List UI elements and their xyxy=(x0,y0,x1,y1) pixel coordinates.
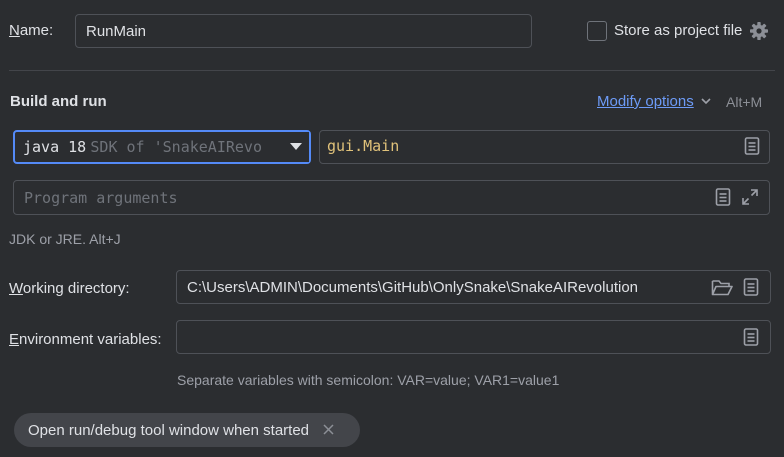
program-arguments-input[interactable]: Program arguments xyxy=(13,180,770,215)
open-tool-window-chip[interactable]: Open run/debug tool window when started xyxy=(14,413,360,447)
chip-label: Open run/debug tool window when started xyxy=(28,421,310,439)
document-icon[interactable] xyxy=(715,188,731,206)
environment-variables-label: Environment variables: xyxy=(9,331,162,348)
environment-variables-input[interactable] xyxy=(176,320,771,354)
program-arguments-placeholder: Program arguments xyxy=(24,189,178,207)
modify-shortcut: Alt+M xyxy=(726,94,763,110)
working-directory-label: Working directory: xyxy=(9,280,130,297)
gear-icon[interactable] xyxy=(749,21,769,41)
main-class-input[interactable]: gui.Main xyxy=(319,130,770,164)
folder-icon[interactable] xyxy=(711,279,733,296)
modify-options-link[interactable]: Modify options xyxy=(597,93,712,111)
main-class-value: gui.Main xyxy=(327,137,400,155)
expand-icon[interactable] xyxy=(741,188,759,206)
document-icon[interactable] xyxy=(743,328,759,346)
working-directory-input[interactable]: C:\Users\ADMIN\Documents\GitHub\OnlySnak… xyxy=(176,270,771,304)
jdk-hint: JDK or JRE. Alt+J xyxy=(9,231,121,247)
jdk-version: java 18 xyxy=(23,138,87,156)
jdk-select[interactable]: java 18 SDK of 'SnakeAIRevo xyxy=(13,130,311,164)
build-run-heading: Build and run xyxy=(10,93,107,110)
chevron-down-icon xyxy=(700,94,712,111)
working-directory-value: C:\Users\ADMIN\Documents\GitHub\OnlySnak… xyxy=(187,279,639,296)
environment-variables-hint: Separate variables with semicolon: VAR=v… xyxy=(177,372,560,388)
section-divider xyxy=(9,70,775,71)
document-icon[interactable] xyxy=(744,137,760,155)
dropdown-arrow-icon[interactable] xyxy=(282,132,309,162)
jdk-detail: SDK of 'SnakeAIRevo xyxy=(90,138,262,156)
store-label[interactable]: Store as project file xyxy=(614,22,742,39)
store-checkbox[interactable] xyxy=(587,21,607,41)
name-label: Name: xyxy=(9,22,54,39)
name-input[interactable]: RunMain xyxy=(75,14,532,48)
document-icon[interactable] xyxy=(743,278,759,296)
name-input-value: RunMain xyxy=(86,23,147,40)
close-icon[interactable] xyxy=(323,422,334,439)
